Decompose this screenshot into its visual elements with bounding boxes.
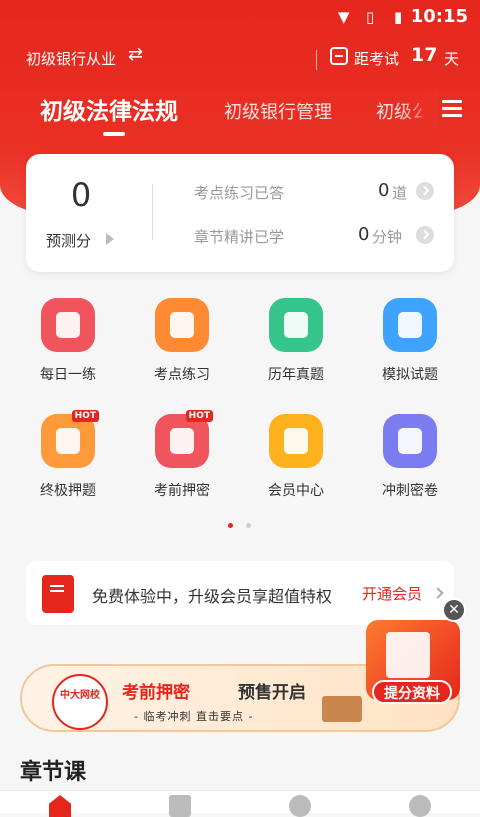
chapter-stat-label: 章节精讲已学 — [194, 228, 285, 246]
promo-text: 免费体验中，升级会员享超值特权 — [92, 587, 333, 606]
chevron-right-icon[interactable] — [416, 182, 434, 200]
feature-label: 模拟试题 — [382, 367, 438, 383]
discover-icon[interactable] — [289, 795, 311, 817]
profile-icon[interactable] — [409, 795, 431, 817]
feature-key-point-practice[interactable]: 考点练习 — [127, 298, 237, 384]
chevron-right-icon[interactable] — [416, 226, 434, 244]
tab-indicator — [103, 132, 125, 136]
banner-subtitle: - 临考冲刺 直击要点 - — [134, 710, 254, 723]
banner-title-red: 考前押密 — [122, 683, 190, 703]
top-bar: 初级银行从业 ⇄ 距考试 17 天 — [0, 44, 480, 74]
menu-icon[interactable] — [442, 100, 462, 118]
school-seal-logo: 中大网校 — [52, 674, 108, 730]
pre-exam-secrets-icon: HOT — [155, 410, 213, 468]
score-material-button[interactable]: 提分资料 — [372, 680, 452, 704]
feature-pre-exam-secrets[interactable]: HOT 考前押密 — [127, 410, 237, 500]
close-icon[interactable]: ✕ — [442, 598, 466, 622]
wifi-icon: ▼ — [338, 8, 350, 26]
feature-final-prediction[interactable]: HOT 终极押题 — [13, 410, 123, 500]
feature-past-exams[interactable]: 历年真题 — [241, 298, 351, 384]
daily-practice-icon — [41, 298, 95, 352]
chevron-right-icon — [432, 587, 444, 599]
predicted-score: 0 — [70, 176, 92, 214]
page-dot — [228, 523, 233, 528]
hot-badge: HOT — [185, 410, 213, 422]
status-bar: ▼ ▯ ▮ 10:15 — [0, 0, 480, 34]
gift-box-icon — [322, 696, 362, 722]
tab-law[interactable]: 初级法律法规 — [40, 92, 178, 126]
divider — [152, 184, 153, 240]
chapter-stat-unit: 分钟 — [372, 228, 403, 246]
past-exams-icon — [269, 298, 323, 352]
progress-card: 0 预测分 考点练习已答 0 道 章节精讲已学 0 分钟 — [26, 154, 454, 272]
status-time: 10:15 — [410, 6, 468, 27]
paper-icon — [386, 632, 430, 678]
practice-stat-unit: 道 — [392, 184, 408, 202]
feature-daily-practice[interactable]: 每日一练 — [13, 298, 123, 384]
feature-member-center[interactable]: 会员中心 — [241, 414, 351, 500]
floating-ad[interactable]: 提分资料 ✕ — [360, 598, 466, 706]
tab-bank-management[interactable]: 初级银行管理 — [224, 98, 332, 124]
battery-charging-icon: ▮ — [394, 8, 403, 26]
open-membership-link[interactable]: 开通会员 — [362, 583, 422, 604]
countdown-unit: 天 — [444, 50, 460, 68]
divider — [316, 50, 317, 70]
sprint-papers-icon — [383, 414, 437, 468]
section-title: 章节课 — [20, 760, 87, 785]
predicted-score-label[interactable]: 预测分 — [46, 230, 91, 251]
feature-label: 冲刺密卷 — [382, 483, 438, 499]
countdown-days: 17 — [411, 44, 438, 66]
document-upgrade-icon — [42, 575, 74, 613]
feature-sprint-papers[interactable]: 冲刺密卷 — [355, 414, 465, 500]
play-arrow-icon[interactable] — [106, 233, 114, 245]
member-center-icon — [269, 414, 323, 468]
feature-label: 历年真题 — [268, 367, 324, 383]
chapter-stat-value: 0 — [358, 224, 370, 245]
bottom-nav — [0, 790, 480, 817]
page-dot — [246, 523, 251, 528]
notes-icon[interactable] — [169, 795, 191, 817]
practice-stat-value: 0 — [378, 180, 390, 201]
countdown-label: 距考试 — [354, 50, 400, 68]
bank-selector[interactable]: 初级银行从业 — [26, 48, 116, 69]
feature-label: 考前押密 — [154, 483, 210, 499]
banner-title-dark: 预售开启 — [238, 683, 306, 703]
home-icon[interactable] — [49, 795, 71, 817]
no-sim-icon: ▯ — [366, 8, 375, 26]
final-prediction-icon: HOT — [41, 410, 99, 468]
practice-stat-label: 考点练习已答 — [194, 184, 285, 202]
calendar-icon — [330, 47, 348, 65]
feature-label: 考点练习 — [154, 367, 210, 383]
feature-label: 每日一练 — [40, 367, 96, 383]
key-point-practice-icon — [155, 298, 209, 352]
hot-badge: HOT — [71, 410, 99, 422]
swap-icon[interactable]: ⇄ — [128, 44, 143, 65]
subject-tabs: 初级法律法规 初级银行管理 初级公 — [0, 92, 480, 136]
mock-exam-icon — [383, 298, 437, 352]
feature-label: 终极押题 — [40, 483, 96, 499]
feature-label: 会员中心 — [268, 483, 324, 499]
feature-mock-exam[interactable]: 模拟试题 — [355, 298, 465, 384]
tab-fade — [398, 92, 438, 132]
